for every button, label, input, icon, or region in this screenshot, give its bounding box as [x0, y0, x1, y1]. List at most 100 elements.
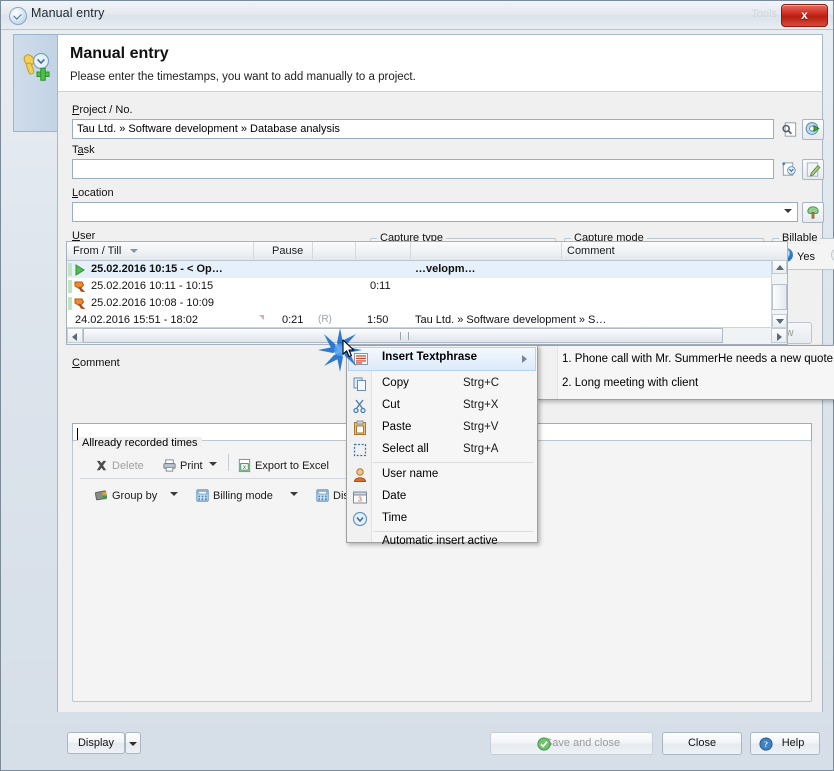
dialog-footer: Display Save and close Close ? Help [1, 712, 833, 770]
menu-item-cut[interactable]: Cut Strg+X [348, 395, 536, 417]
recorded-times-caption: Allready recorded times [78, 437, 202, 449]
column-divider [312, 242, 313, 259]
row-marker [68, 263, 72, 276]
clock-icon [352, 511, 368, 527]
column-header-comment[interactable]: Comment [567, 245, 615, 257]
print-dropdown-arrow[interactable] [209, 459, 217, 471]
menu-separator [373, 462, 533, 463]
user-icon [352, 467, 368, 483]
project-search-icon[interactable] [778, 119, 800, 140]
selectall-icon [352, 442, 368, 458]
banner-panel [13, 34, 59, 132]
task-input[interactable] [72, 159, 774, 179]
export-to-excel-button[interactable]: x Export to Excel [237, 458, 329, 473]
table-row[interactable]: 25.02.2016 10:15 - < Op… …velopm… [67, 261, 787, 278]
project-label: PProject / No.roject / No. [72, 104, 133, 116]
row-marker [68, 297, 72, 310]
note-corner-icon [259, 315, 264, 320]
task-label: Task [72, 144, 95, 156]
project-settings-icon[interactable] [802, 119, 824, 140]
billing-icon [195, 488, 210, 503]
close-icon: x [782, 5, 827, 26]
scroll-up-button[interactable] [772, 260, 787, 274]
scroll-left-button[interactable] [67, 328, 83, 343]
page-subtitle: Please enter the timestamps, you want to… [70, 71, 416, 83]
menu-item-automatic-insert-active[interactable]: Automatic insert active [348, 533, 536, 551]
billing-mode-button[interactable]: Billing mode [195, 488, 273, 503]
display-button[interactable]: Display [67, 732, 125, 754]
menu-item-insert-textphrase[interactable]: Insert Textphrase [348, 347, 536, 371]
chevron-down-icon [129, 742, 137, 746]
group-by-dropdown-arrow[interactable] [170, 489, 178, 501]
column-header-from-till[interactable]: From / Till [73, 245, 121, 257]
grid-horizontal-scrollbar[interactable] [67, 327, 787, 344]
location-lookup-icon[interactable] [802, 202, 824, 223]
scrollbar-thumb[interactable] [83, 328, 723, 343]
chevron-right-icon [777, 333, 782, 341]
title-ghost-text: Tools [751, 8, 777, 20]
chevron-down-icon [784, 209, 792, 213]
copy-icon [352, 376, 368, 392]
delete-icon [94, 458, 109, 473]
title-bar: Manual entry Tools x [1, 1, 833, 30]
scroll-down-button[interactable] [772, 314, 787, 328]
submenu-arrow-icon [522, 355, 527, 363]
save-and-close-button[interactable]: Save and close [490, 732, 653, 755]
table-row[interactable]: 25.02.2016 10:08 - 10:09 [67, 295, 787, 312]
menu-item-time[interactable]: Time [348, 508, 536, 530]
group-by-button[interactable]: Group by [94, 488, 157, 503]
display-icon [315, 488, 330, 503]
submenu-item-2[interactable]: 2. Long meeting with client [538, 372, 834, 396]
task-pick-icon[interactable] [778, 159, 800, 180]
submenu-item-1[interactable]: 1. Phone call with Mr. SummerHe needs a … [538, 348, 834, 372]
column-divider [355, 242, 356, 259]
menu-item-copy[interactable]: Copy Strg+C [348, 373, 536, 395]
chevron-down-icon [776, 319, 784, 324]
chevron-down-icon [290, 492, 298, 496]
menu-separator [373, 531, 533, 532]
page-title: Manual entry [70, 45, 169, 63]
grid-vertical-scrollbar[interactable] [771, 260, 787, 328]
scroll-right-button[interactable] [771, 328, 787, 343]
toolbar-separator [228, 454, 229, 471]
menu-item-paste[interactable]: Paste Strg+V [348, 417, 536, 439]
delete-button[interactable]: Delete [94, 458, 144, 473]
flag-arrow-icon [73, 297, 86, 310]
scrollbar-thumb[interactable] [772, 284, 787, 310]
groupby-icon [94, 488, 109, 503]
help-icon: ? [759, 737, 773, 751]
display-dropdown-button[interactable] [125, 732, 141, 754]
textphrase-icon [353, 351, 369, 367]
close-button[interactable]: Close [662, 732, 742, 755]
window-close-button[interactable]: x [781, 4, 828, 27]
menu-item-user-name[interactable]: User name [348, 464, 536, 486]
recorded-times-grid[interactable]: From / Till Pause Comment 25.0 [66, 241, 788, 345]
chevron-down-icon [209, 462, 217, 466]
menu-item-select-all[interactable]: Select all Strg+A [348, 439, 536, 461]
billing-mode-dropdown-arrow[interactable] [290, 489, 298, 501]
window-title: Manual entry [31, 6, 104, 20]
column-divider [253, 242, 254, 259]
menu-item-date[interactable]: 3 Date [348, 486, 536, 508]
toolbar-row-divider [80, 478, 376, 479]
chevron-down-icon [170, 492, 178, 496]
excel-icon: x [237, 458, 252, 473]
print-button[interactable]: Print [162, 458, 203, 473]
help-button[interactable]: ? Help [750, 732, 820, 755]
svg-text:3: 3 [358, 497, 362, 504]
manual-entry-window: Manual entry Tools x Manual entry Please… [0, 0, 834, 771]
grid-header: From / Till Pause Comment [67, 242, 787, 261]
project-input[interactable] [72, 119, 774, 139]
column-divider [561, 242, 562, 259]
chevron-left-icon [72, 333, 77, 341]
task-edit-icon[interactable] [802, 159, 824, 180]
print-icon [162, 458, 177, 473]
location-combo[interactable] [72, 202, 798, 222]
check-circle-icon [537, 737, 551, 751]
chevron-up-icon [776, 265, 784, 270]
context-menu[interactable]: Insert Textphrase Copy Strg+C Cut Strg+X [346, 345, 538, 543]
table-row[interactable]: 25.02.2016 10:11 - 10:15 0:11 [67, 278, 787, 295]
textphrase-submenu[interactable]: 1. Phone call with Mr. SummerHe needs a … [536, 345, 834, 400]
column-header-pause[interactable]: Pause [272, 245, 303, 257]
calendar-icon: 3 [352, 489, 368, 505]
